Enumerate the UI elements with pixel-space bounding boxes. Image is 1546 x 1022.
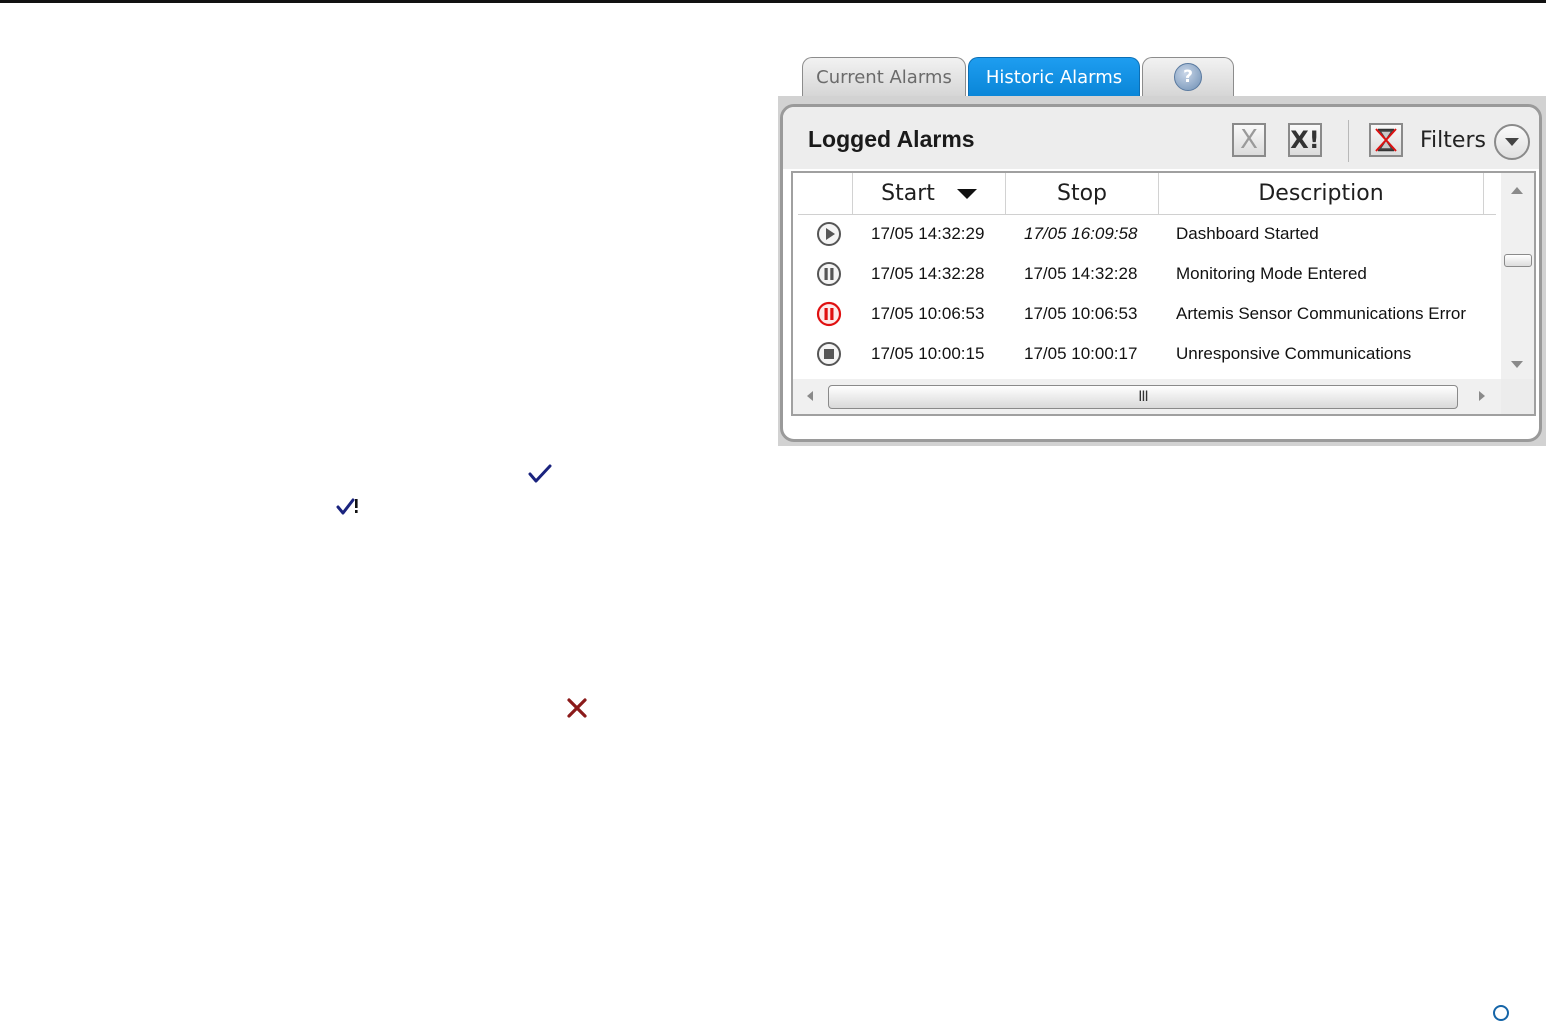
row-description: Artemis Sensor Communications Error (1176, 304, 1467, 323)
top-rule (0, 0, 1546, 3)
scroll-right-icon[interactable] (1479, 391, 1485, 401)
alarms-table: Start Stop Description 17/05 14:32:29 17… (791, 171, 1536, 416)
toolbar-separator (1348, 120, 1349, 162)
clear-alarm-button[interactable]: X (1232, 123, 1266, 157)
filter-toggle-button[interactable] (1369, 123, 1403, 157)
vertical-scrollbar[interactable] (1501, 173, 1534, 379)
tab-current-alarms-label: Current Alarms (816, 66, 952, 88)
panel-header: Logged Alarms X X! Filters (783, 107, 1539, 169)
row-start: 17/05 14:32:29 (871, 224, 985, 243)
tab-help[interactable]: ? (1142, 57, 1234, 96)
scroll-left-icon[interactable] (807, 391, 813, 401)
clear-all-icon: X! (1290, 126, 1320, 154)
row-start: 17/05 10:06:53 (871, 304, 985, 323)
check-exclamation-icon (336, 498, 358, 515)
horizontal-scrollbar[interactable]: III (793, 379, 1501, 414)
tab-historic-alarms[interactable]: Historic Alarms (968, 57, 1140, 96)
table-row[interactable]: 17/05 14:32:28 17/05 14:32:28 Monitoring… (798, 254, 1496, 294)
column-header-start[interactable]: Start (853, 173, 1006, 214)
sort-descending-icon (956, 188, 977, 199)
column-header-description-label: Description (1258, 181, 1384, 206)
cross-icon (567, 698, 587, 718)
hourglass-filter-icon (1375, 128, 1397, 152)
horizontal-scroll-thumb[interactable]: III (828, 385, 1458, 409)
table-header: Start Stop Description (798, 173, 1496, 215)
column-header-description[interactable]: Description (1159, 173, 1484, 214)
table-row[interactable]: 17/05 10:00:15 17/05 10:00:17 Unresponsi… (798, 334, 1496, 374)
vertical-scroll-thumb[interactable] (1504, 254, 1532, 267)
grip-icon: III (1138, 389, 1148, 405)
column-header-start-label: Start (881, 181, 935, 206)
clear-all-alarms-button[interactable]: X! (1288, 123, 1322, 157)
row-stop: 17/05 14:32:28 (1024, 264, 1138, 283)
help-icon: ? (1174, 63, 1202, 91)
scroll-down-icon[interactable] (1511, 361, 1523, 368)
clear-icon: X (1240, 125, 1258, 155)
row-description: Monitoring Mode Entered (1176, 264, 1367, 283)
play-circle-icon (816, 214, 846, 254)
row-start: 17/05 10:00:15 (871, 344, 985, 363)
check-icon (528, 464, 552, 483)
chevron-down-icon (1505, 138, 1519, 146)
table-row[interactable]: 17/05 10:06:53 17/05 10:06:53 Artemis Se… (798, 294, 1496, 334)
row-stop: 17/05 16:09:58 (1024, 224, 1138, 243)
filters-label[interactable]: Filters (1420, 128, 1486, 153)
row-start: 17/05 14:32:28 (871, 264, 985, 283)
scroll-up-icon[interactable] (1511, 187, 1523, 194)
column-header-stop-label: Stop (1056, 181, 1107, 206)
scrollbar-corner (1501, 379, 1534, 414)
row-stop: 17/05 10:06:53 (1024, 304, 1138, 323)
column-header-icon[interactable] (798, 173, 853, 214)
row-stop: 17/05 10:00:17 (1024, 344, 1138, 363)
column-header-stop[interactable]: Stop (1006, 173, 1159, 214)
logged-alarms-panel: Logged Alarms X X! Filters Start Stop De… (780, 104, 1542, 442)
pause-circle-icon (816, 254, 846, 294)
filters-dropdown-button[interactable] (1494, 124, 1530, 160)
row-description: Unresponsive Communications (1176, 344, 1412, 363)
stop-circle-icon (816, 334, 846, 374)
row-description: Dashboard Started (1176, 224, 1319, 243)
tab-current-alarms[interactable]: Current Alarms (802, 57, 966, 96)
pause-circle-red-icon (816, 294, 846, 334)
tab-historic-alarms-label: Historic Alarms (985, 66, 1123, 88)
table-row[interactable]: 17/05 14:32:29 17/05 16:09:58 Dashboard … (798, 214, 1496, 254)
circle-marker-icon (1493, 1005, 1509, 1021)
panel-title: Logged Alarms (808, 126, 975, 152)
